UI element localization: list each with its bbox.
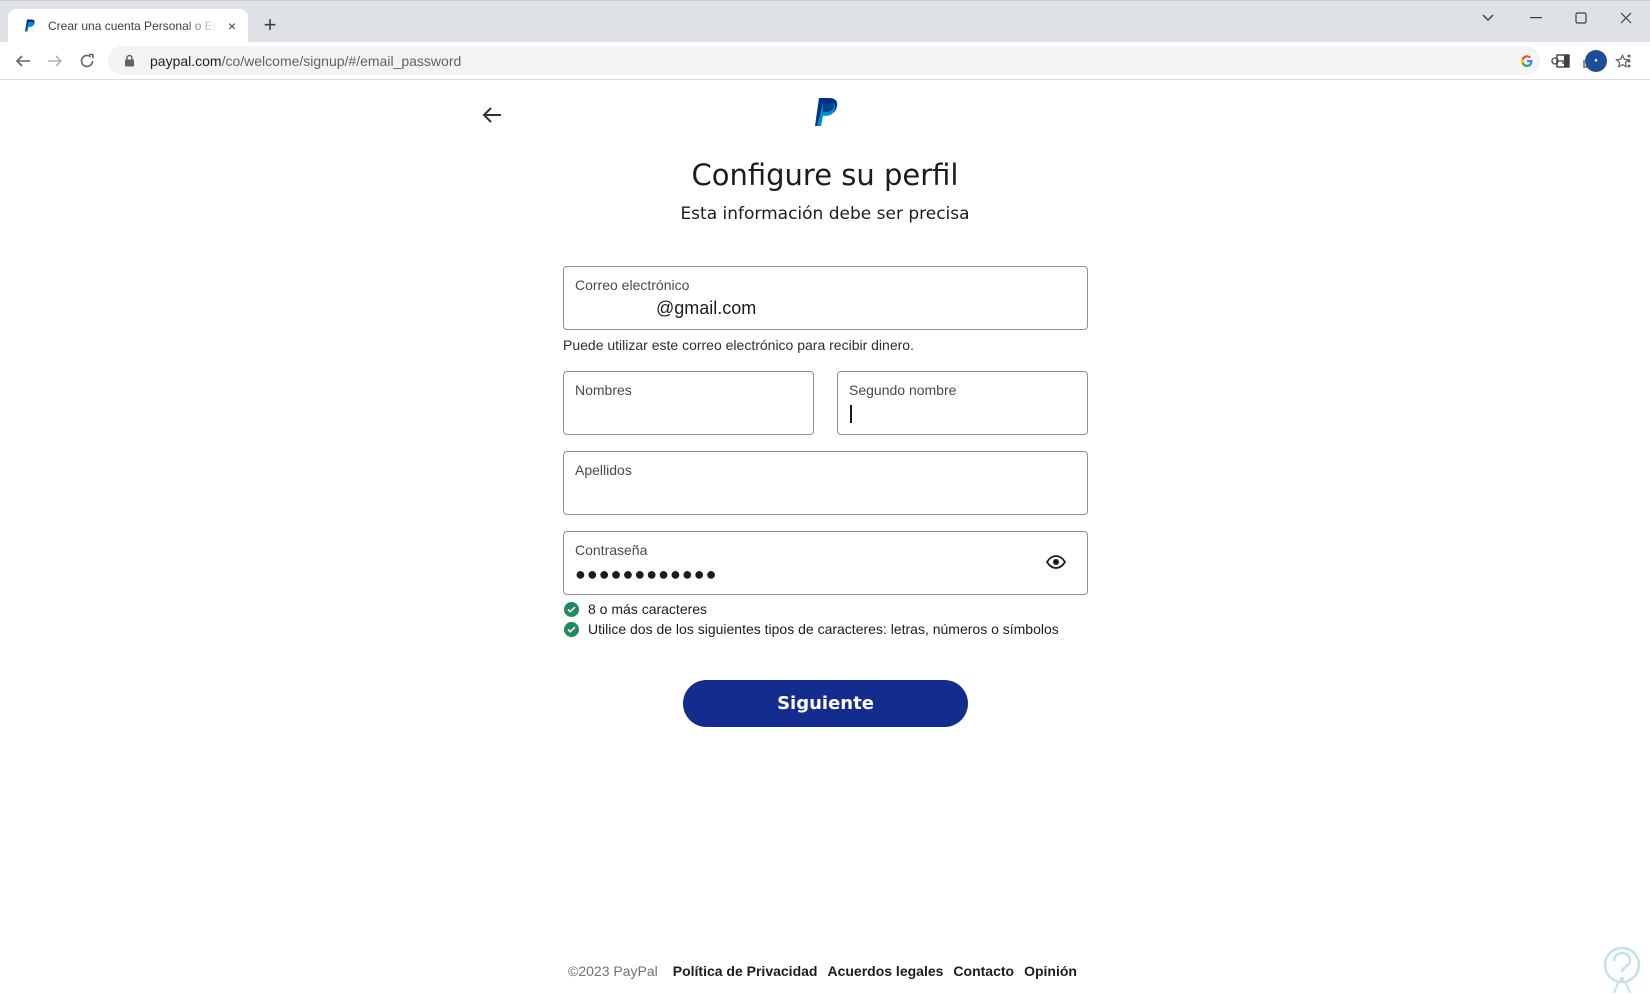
next-button[interactable]: Siguiente: [683, 680, 968, 727]
reload-icon[interactable]: [74, 48, 100, 74]
tab-title: Crear una cuenta Personal o Empresa: [48, 19, 218, 33]
forward-nav-icon[interactable]: [42, 48, 68, 74]
email-label: Correo electrónico: [575, 277, 690, 293]
url-text[interactable]: paypal.com/co/welcome/signup/#/email_pas…: [150, 53, 461, 69]
browser-toolbar: paypal.com/co/welcome/signup/#/email_pas…: [0, 42, 1650, 80]
footer: ©2023 PayPal Política de Privacidad Acue…: [0, 963, 1650, 979]
tab-close-icon[interactable]: ×: [224, 18, 240, 34]
close-window-icon[interactable]: [1606, 5, 1646, 31]
minimize-icon[interactable]: [1516, 5, 1556, 31]
url-path: /co/welcome/signup/#/email_password: [221, 52, 462, 69]
watermark-logo-icon: [1603, 946, 1641, 994]
first-name-label: Nombres: [575, 382, 632, 398]
back-nav-icon[interactable]: [10, 48, 36, 74]
requirement-item: 8 o más caracteres: [564, 601, 707, 617]
side-panel-icon[interactable]: [1552, 50, 1574, 72]
password-field[interactable]: Contraseña ●●●●●●●●●●●●: [563, 531, 1088, 595]
google-translate-icon[interactable]: [1518, 52, 1536, 70]
lock-icon[interactable]: [122, 54, 136, 68]
email-helper-text: Puede utilizar este correo electrónico p…: [563, 337, 914, 353]
email-field[interactable]: Correo electrónico @gmail.com: [563, 266, 1088, 330]
middle-name-field[interactable]: Segundo nombre: [837, 371, 1088, 435]
password-label: Contraseña: [575, 542, 648, 558]
paypal-logo-icon: [815, 98, 838, 126]
footer-link-feedback[interactable]: Opinión: [1024, 963, 1077, 979]
email-value: @gmail.com: [656, 298, 757, 318]
requirement-item: Utilice dos de los siguientes tipos de c…: [564, 621, 1059, 637]
footer-link-contact[interactable]: Contacto: [953, 963, 1014, 979]
last-name-field[interactable]: Apellidos: [563, 451, 1088, 515]
last-name-label: Apellidos: [575, 462, 632, 478]
check-circle-icon: [564, 601, 579, 617]
profile-avatar[interactable]: ●: [1585, 50, 1607, 72]
paypal-favicon-icon: [22, 18, 38, 34]
footer-copyright: ©2023 PayPal: [568, 963, 658, 979]
back-arrow-icon[interactable]: [480, 103, 504, 127]
page-title: Configure su perfil: [691, 158, 959, 192]
eye-icon[interactable]: [1045, 553, 1067, 571]
text-caret: [850, 405, 852, 423]
new-tab-button[interactable]: +: [258, 12, 282, 37]
browser-tab-bar: Crear una cuenta Personal o Empresa × +: [0, 0, 1650, 43]
first-name-field[interactable]: Nombres: [563, 371, 814, 435]
requirement-text: Utilice dos de los siguientes tipos de c…: [588, 621, 1059, 637]
check-circle-icon: [564, 621, 579, 637]
tab-search-chevron-icon[interactable]: [1468, 5, 1508, 31]
footer-link-legal[interactable]: Acuerdos legales: [827, 963, 943, 979]
password-value: ●●●●●●●●●●●●: [575, 564, 718, 584]
url-host: paypal.com: [150, 52, 222, 69]
page-subtitle: Esta información debe ser precisa: [680, 204, 970, 224]
address-bar[interactable]: paypal.com/co/welcome/signup/#/email_pas…: [108, 46, 1630, 75]
browser-tab-active[interactable]: Crear una cuenta Personal o Empresa ×: [8, 9, 248, 43]
middle-name-label: Segundo nombre: [849, 382, 957, 398]
maximize-icon[interactable]: [1561, 5, 1601, 31]
requirement-text: 8 o más caracteres: [588, 601, 708, 617]
footer-link-privacy[interactable]: Política de Privacidad: [673, 963, 818, 979]
kebab-menu-icon[interactable]: [1618, 50, 1640, 72]
